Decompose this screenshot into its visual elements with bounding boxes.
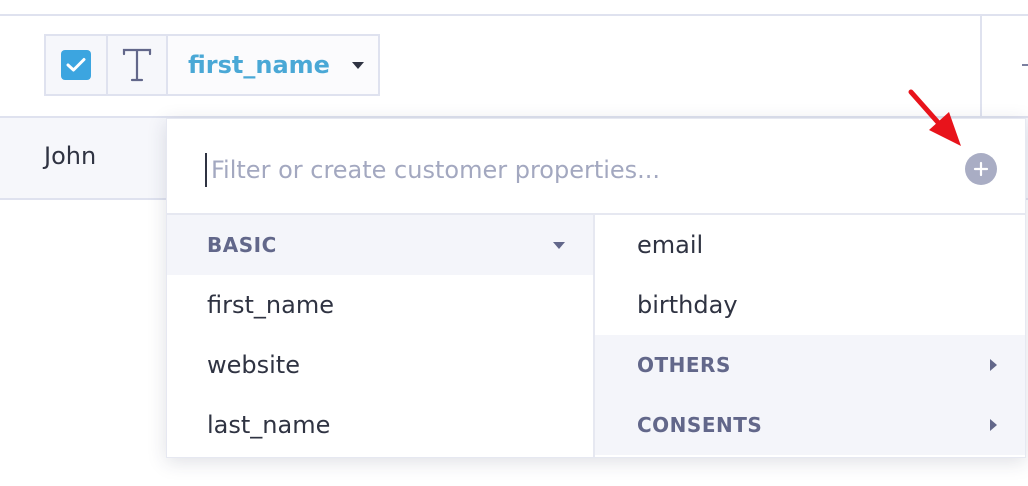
section-basic[interactable]: BASIC (167, 215, 593, 275)
checkmark-icon (66, 58, 86, 72)
property-item[interactable]: website (167, 335, 593, 395)
column-name: first_name (188, 51, 330, 79)
property-item[interactable]: birthday (595, 275, 1025, 335)
caret-right-icon (990, 359, 997, 371)
column-type-cell[interactable] (108, 36, 168, 94)
more-properties-column: email birthday OTHERS CONSENTS (595, 215, 1025, 457)
column-checkbox[interactable] (61, 50, 91, 80)
section-consents[interactable]: CONSENTS (595, 395, 1025, 455)
caret-down-icon (553, 241, 565, 249)
chevron-down-icon (351, 61, 364, 69)
column-name-selector[interactable]: first_name (168, 36, 378, 94)
section-label: BASIC (207, 233, 277, 257)
column-checkbox-cell[interactable] (46, 36, 108, 94)
annotation-arrow-icon (908, 89, 961, 146)
plus-circle-icon (973, 161, 989, 177)
grid-column-divider (980, 15, 982, 117)
section-others[interactable]: OTHERS (595, 335, 1025, 395)
caret-right-icon (990, 419, 997, 431)
next-column-edge (1022, 64, 1028, 66)
cell-value[interactable]: John (44, 142, 96, 170)
filter-input[interactable] (205, 153, 951, 187)
property-item[interactable]: email (595, 215, 1025, 275)
section-label: CONSENTS (637, 413, 763, 437)
property-item[interactable]: last_name (167, 395, 593, 455)
text-type-icon (122, 48, 152, 82)
property-item[interactable]: first_name (167, 275, 593, 335)
section-label: OTHERS (637, 353, 731, 377)
filter-row (167, 119, 1025, 215)
basic-properties-column: BASIC first_name website last_name (167, 215, 595, 457)
add-property-button[interactable] (965, 153, 997, 185)
column-header: first_name (44, 34, 380, 96)
property-dropdown: BASIC first_name website last_name email… (166, 118, 1026, 458)
